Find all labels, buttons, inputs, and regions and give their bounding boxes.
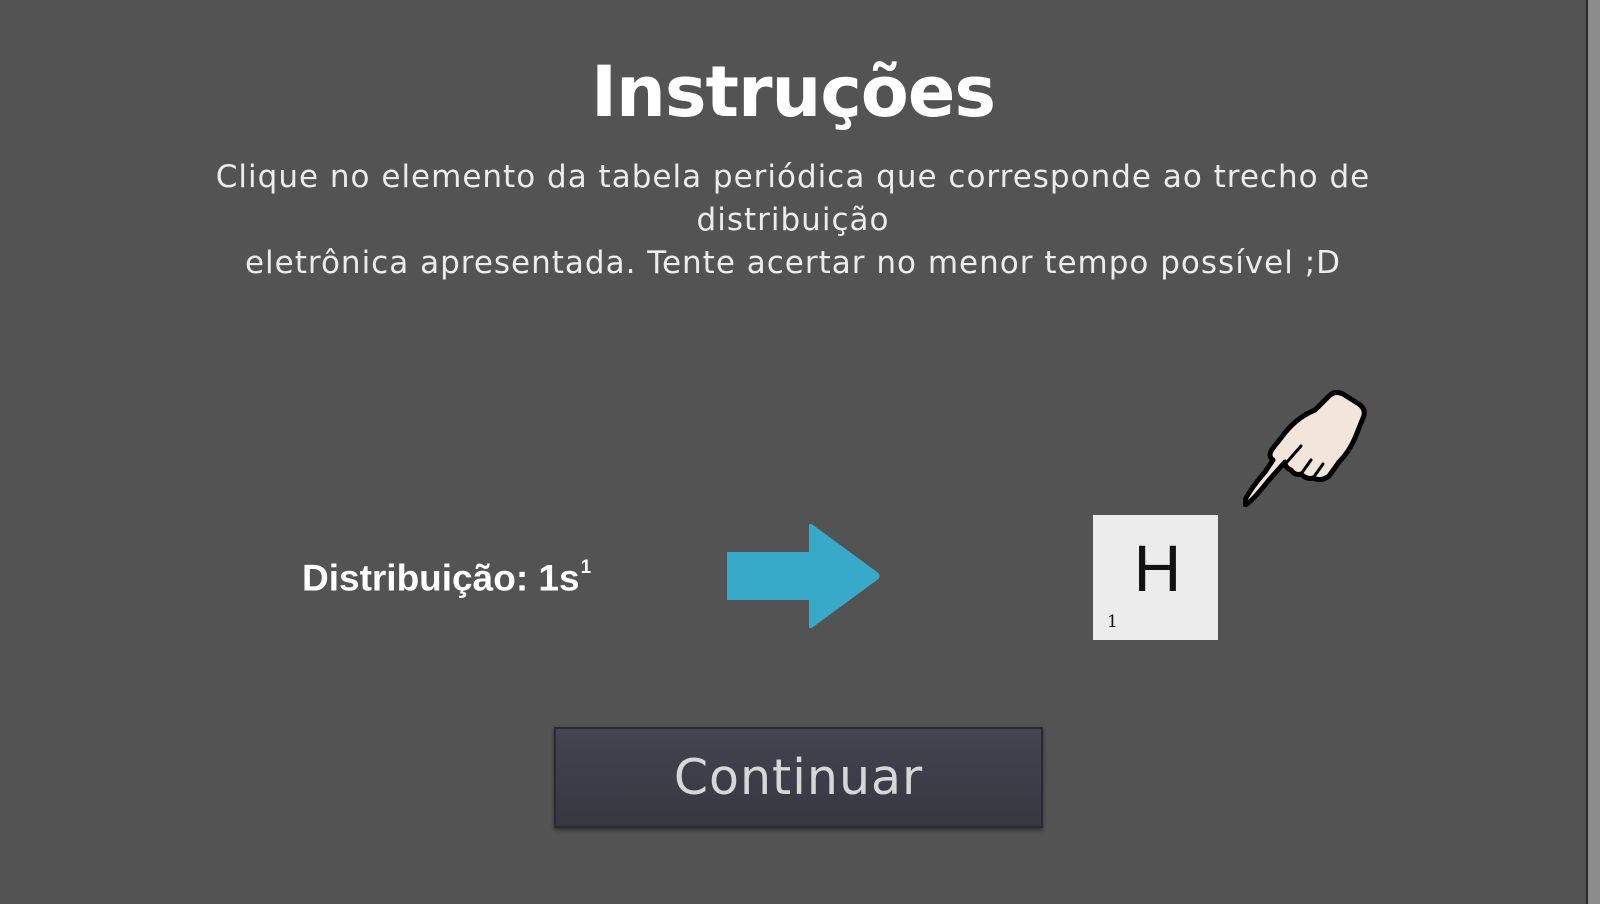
continue-button[interactable]: Continuar <box>554 727 1043 828</box>
element-card-example: H 1 <box>1093 515 1218 640</box>
game-screen: Instruções Clique no elemento da tabela … <box>0 0 1600 904</box>
instructions-text: Clique no elemento da tabela periódica q… <box>120 156 1466 285</box>
element-symbol: H <box>1133 531 1182 605</box>
distribution-text: Distribuição: 1s <box>302 557 580 599</box>
element-atomic-number: 1 <box>1107 612 1118 632</box>
distribution-label: Distribuição: 1s1 <box>302 550 591 600</box>
arrow-right-icon <box>727 523 880 629</box>
arrow-right-shape <box>727 523 880 629</box>
hand-palm-shape <box>1243 389 1367 507</box>
right-edge-bar <box>1586 0 1600 904</box>
distribution-superscript: 1 <box>580 557 592 578</box>
page-title: Instruções <box>590 51 996 133</box>
instructions-line-1: Clique no elemento da tabela periódica q… <box>215 159 1371 238</box>
pointing-hand-icon <box>1243 389 1367 507</box>
instructions-line-2: eletrônica apresentada. Tente acertar no… <box>244 245 1342 281</box>
